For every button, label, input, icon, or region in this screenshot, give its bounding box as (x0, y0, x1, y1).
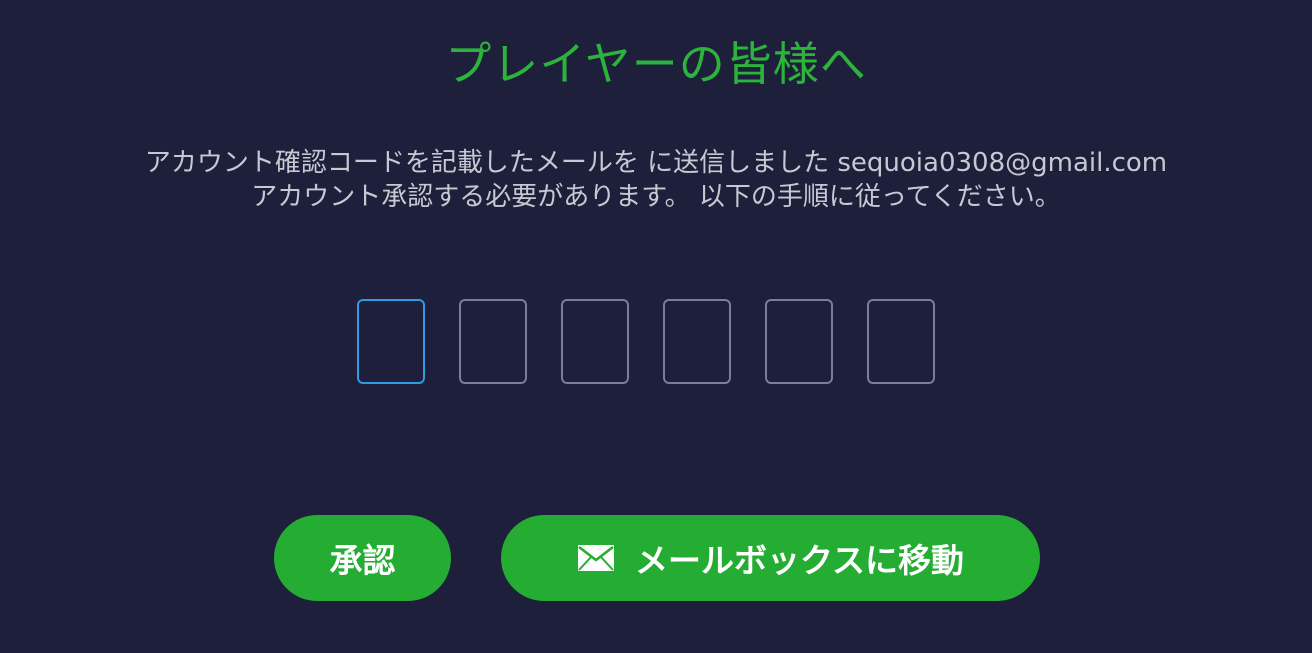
code-digit-5[interactable] (765, 299, 833, 384)
message-line-2: アカウント承認する必要があります。 以下の手順に従ってください。 (251, 182, 1061, 212)
code-digit-6[interactable] (867, 299, 935, 384)
code-digit-3[interactable] (561, 299, 629, 384)
go-to-mailbox-button[interactable]: メールボックスに移動 (501, 515, 1040, 601)
code-digit-1[interactable] (357, 299, 425, 384)
verification-message: アカウント確認コードを記載したメールを に送信しました sequoia0308@… (0, 146, 1312, 214)
page-title: プレイヤーの皆様へ (445, 37, 867, 91)
approve-button[interactable]: 承認 (274, 515, 451, 601)
code-digit-2[interactable] (459, 299, 527, 384)
message-line-1: アカウント確認コードを記載したメールを に送信しました sequoia0308@… (144, 148, 1168, 178)
go-to-mailbox-label: メールボックスに移動 (634, 541, 964, 580)
envelope-icon (577, 544, 615, 572)
approve-button-label: 承認 (329, 541, 396, 580)
code-digit-4[interactable] (663, 299, 731, 384)
verification-code-inputs (357, 299, 935, 384)
